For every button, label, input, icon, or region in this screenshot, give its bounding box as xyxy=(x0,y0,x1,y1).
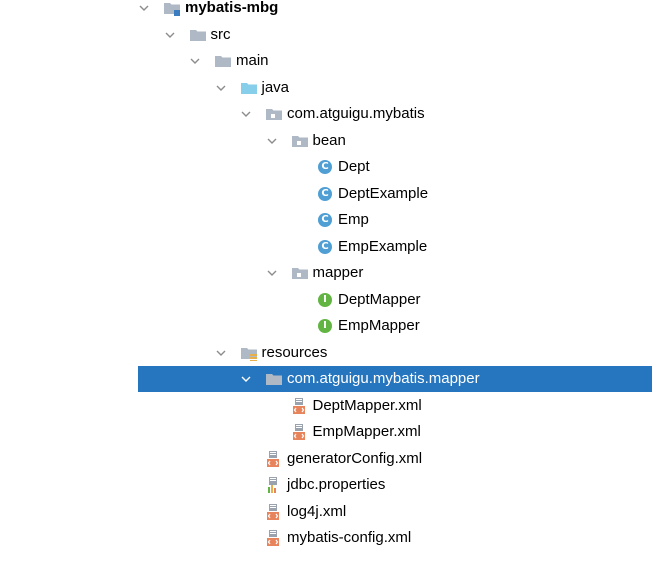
tree-item-label: mybatis-config.xml xyxy=(287,529,412,546)
java-interface-icon: I xyxy=(316,291,334,309)
tree-item[interactable]: C DeptExample xyxy=(138,181,652,207)
tree-item-label: jdbc.properties xyxy=(287,476,386,493)
tree-item-label: EmpMapper.xml xyxy=(312,423,421,440)
tree-item-label: mapper xyxy=(312,264,364,281)
tree-item[interactable]: C Dept xyxy=(138,154,652,180)
tree-item-label: DeptExample xyxy=(338,184,429,202)
module-folder-icon xyxy=(163,0,181,17)
chevron-down-icon[interactable] xyxy=(266,267,278,279)
tree-item[interactable]: mybatis-config.xml xyxy=(138,525,652,551)
tree-item-label: EmpExample xyxy=(338,237,428,255)
tree-item-label: main xyxy=(236,52,269,69)
chevron-down-icon[interactable] xyxy=(266,135,278,147)
tree-item-label: log4j.xml xyxy=(287,502,347,520)
tree-item-label: DeptMapper xyxy=(338,290,421,308)
chevron-down-icon[interactable] xyxy=(138,2,150,14)
java-class-icon: C xyxy=(316,211,334,229)
tree-item[interactable]: src xyxy=(138,22,652,48)
java-class-icon: C xyxy=(316,158,334,176)
xml-file-icon xyxy=(291,423,309,441)
xml-file-icon xyxy=(265,503,283,521)
java-class-icon: C xyxy=(316,238,334,256)
resources-folder-icon xyxy=(240,344,258,362)
folder-icon xyxy=(265,370,283,388)
tree-item[interactable]: I DeptMapper xyxy=(138,287,652,313)
tree-item-label: com.atguigu.mybatis xyxy=(287,105,425,122)
folder-icon xyxy=(214,52,232,70)
tree-item[interactable]: I EmpMapper xyxy=(138,313,652,339)
tree-item-label: mybatis-mbg xyxy=(185,0,279,16)
tree-item-label: DeptMapper.xml xyxy=(312,396,422,414)
folder-icon xyxy=(189,26,207,44)
tree-item-label: resources xyxy=(261,343,328,361)
tree-item-label: src xyxy=(210,25,231,43)
tree-item[interactable]: mapper xyxy=(138,260,652,286)
chevron-down-icon[interactable] xyxy=(164,29,176,41)
tree-item[interactable]: C Emp xyxy=(138,207,652,233)
tree-item-label: java xyxy=(261,78,290,96)
chevron-down-icon[interactable] xyxy=(215,347,227,359)
tree-item[interactable]: bean xyxy=(138,128,652,154)
project-tree[interactable]: mybatis-mbg src main java com.atguigu.mybati… xyxy=(138,0,652,555)
chevron-down-icon[interactable] xyxy=(215,82,227,94)
tree-item[interactable]: C EmpExample xyxy=(138,234,652,260)
java-interface-icon: I xyxy=(316,317,334,335)
tree-item[interactable]: log4j.xml xyxy=(138,499,652,525)
java-class-icon: C xyxy=(316,185,334,203)
tree-item-label: Dept xyxy=(338,158,370,175)
tree-item[interactable]: EmpMapper.xml xyxy=(138,419,652,445)
chevron-down-icon[interactable] xyxy=(240,373,252,385)
tree-item-label: Emp xyxy=(338,211,369,228)
tree-item[interactable]: generatorConfig.xml xyxy=(138,446,652,472)
xml-file-icon xyxy=(291,397,309,415)
package-icon xyxy=(291,264,309,282)
tree-item-label: EmpMapper xyxy=(338,317,420,334)
tree-item-label: com.atguigu.mybatis.mapper xyxy=(287,370,480,387)
tree-item[interactable]: DeptMapper.xml xyxy=(138,393,652,419)
package-icon xyxy=(291,132,309,150)
tree-item-label: bean xyxy=(312,131,346,149)
tree-item[interactable]: resources xyxy=(138,340,652,366)
properties-file-icon xyxy=(265,476,283,494)
xml-file-icon xyxy=(265,450,283,468)
tree-item[interactable]: jdbc.properties xyxy=(138,472,652,498)
tree-item[interactable]: com.atguigu.mybatis xyxy=(138,101,652,127)
tree-item-label: generatorConfig.xml xyxy=(287,449,423,467)
chevron-down-icon[interactable] xyxy=(189,55,201,67)
tree-item[interactable]: java xyxy=(138,75,652,101)
chevron-down-icon[interactable] xyxy=(240,108,252,120)
xml-file-icon xyxy=(265,529,283,547)
tree-item[interactable]: com.atguigu.mybatis.mapper xyxy=(138,366,652,392)
tree-item[interactable]: mybatis-mbg xyxy=(138,0,652,21)
source-folder-icon xyxy=(240,79,258,97)
package-icon xyxy=(265,105,283,123)
tree-item[interactable]: main xyxy=(138,48,652,74)
